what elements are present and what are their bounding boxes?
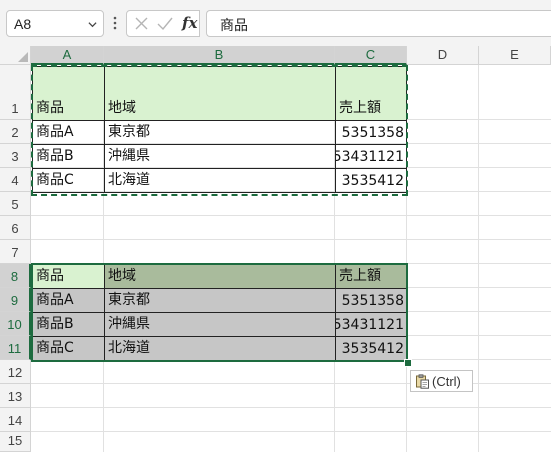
column-header-b[interactable]: B [104, 46, 335, 65]
chevron-down-icon[interactable] [88, 20, 97, 29]
row-header-4[interactable]: 4 [0, 168, 31, 192]
insert-function-icon[interactable]: fx [182, 14, 197, 32]
gridline [478, 65, 479, 452]
row-header-14[interactable]: 14 [0, 408, 31, 432]
clipboard-icon [416, 374, 429, 389]
row-header-8[interactable]: 8 [0, 264, 31, 288]
row-header-1[interactable]: 1 [0, 65, 31, 120]
gridline [31, 215, 551, 216]
name-box-value: A8 [14, 16, 32, 32]
row-number: 13 [7, 389, 23, 404]
column-header-d[interactable]: D [407, 46, 479, 65]
row-number: 4 [11, 173, 19, 188]
row-number: 5 [11, 197, 19, 212]
fill-handle[interactable] [404, 359, 412, 367]
selection-range [31, 263, 408, 362]
more-options-icon[interactable] [112, 15, 118, 31]
row-header-11[interactable]: 11 [0, 336, 31, 360]
row-number: 7 [11, 245, 19, 260]
row-header-12[interactable]: 12 [0, 360, 31, 384]
enter-icon[interactable] [157, 16, 173, 31]
row-number: 12 [7, 365, 23, 380]
row-number: 9 [10, 293, 19, 308]
row-number: 2 [11, 125, 19, 140]
select-all-triangle-icon [18, 52, 28, 62]
name-box[interactable]: A8 [6, 10, 104, 37]
row-header-15[interactable]: 15 [0, 432, 31, 452]
row-header-5[interactable]: 5 [0, 192, 31, 216]
worksheet[interactable]: A B C D E 1 2 3 4 5 6 7 8 9 10 11 12 13 … [0, 46, 551, 452]
row-number: 11 [7, 341, 22, 356]
row-header-6[interactable]: 6 [0, 216, 31, 240]
row-number: 10 [7, 317, 22, 332]
formula-value: 商品 [220, 18, 248, 34]
row-header-7[interactable]: 7 [0, 240, 31, 264]
formula-bar: A8 fx 商品 [0, 0, 551, 46]
row-number: 3 [11, 149, 19, 164]
gridline [31, 431, 551, 432]
select-all-corner[interactable] [0, 46, 31, 65]
formula-controls: fx [126, 10, 200, 37]
row-number: 1 [11, 101, 19, 116]
paste-options-button[interactable]: (Ctrl) [410, 370, 473, 392]
row-header-3[interactable]: 3 [0, 144, 31, 168]
row-header-10[interactable]: 10 [0, 312, 31, 336]
row-header-9[interactable]: 9 [0, 288, 31, 312]
row-number: 14 [7, 413, 23, 428]
formula-input[interactable]: 商品 [206, 10, 551, 37]
cancel-icon[interactable] [134, 16, 149, 31]
gridline [31, 239, 551, 240]
row-header-13[interactable]: 13 [0, 384, 31, 408]
copy-marquee [31, 65, 408, 196]
row-number: 6 [11, 221, 19, 236]
row-header-2[interactable]: 2 [0, 120, 31, 144]
column-header-c[interactable]: C [335, 46, 407, 65]
column-header-a[interactable]: A [31, 46, 104, 65]
column-header-e[interactable]: E [479, 46, 551, 65]
row-number: 15 [7, 433, 23, 448]
gridline [31, 407, 551, 408]
paste-options-label: (Ctrl) [432, 374, 461, 389]
row-number: 8 [10, 269, 19, 284]
gridline [31, 383, 551, 384]
